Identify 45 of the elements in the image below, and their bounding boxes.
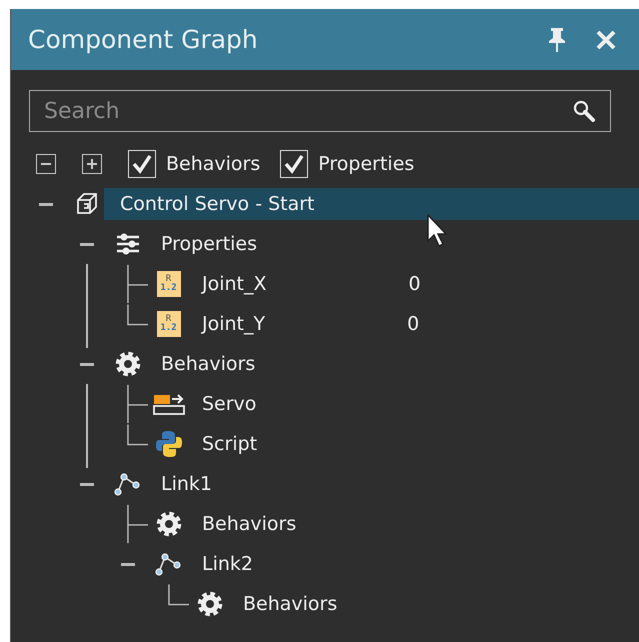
tree-item[interactable]: Behaviors (243, 588, 338, 620)
minus-icon (41, 163, 51, 165)
real-number-icon: R 1.2 (156, 311, 180, 337)
gear-icon (114, 351, 140, 377)
pin-icon[interactable] (547, 26, 567, 52)
property-value: 0 (407, 313, 420, 335)
property-value: 0 (408, 273, 421, 295)
minus-icon (80, 482, 94, 486)
mouse-pointer-icon (427, 214, 449, 248)
minus-icon (38, 202, 52, 206)
tree-item[interactable]: Control Servo - Start (104, 188, 639, 220)
real-number-icon: R 1.2 (156, 271, 180, 297)
tree-item[interactable]: Behaviors (202, 508, 296, 540)
checkbox-label: Behaviors (166, 153, 260, 175)
tree-item[interactable]: Joint_Y (202, 308, 266, 340)
search-icon (572, 99, 596, 123)
collapse-all-button[interactable] (36, 154, 56, 174)
tree-connector (127, 504, 148, 544)
link-chain-icon (154, 552, 182, 576)
search-field[interactable]: Search (29, 90, 611, 132)
expand-all-button[interactable] (82, 154, 102, 174)
minus-icon (80, 242, 94, 246)
minus-icon (80, 362, 94, 366)
link-chain-icon (114, 472, 142, 496)
checkbox[interactable] (280, 150, 308, 178)
tree-item[interactable]: Link1 (161, 468, 212, 500)
gear-icon (196, 591, 222, 617)
close-icon[interactable] (595, 28, 617, 50)
checkbox-label: Properties (318, 153, 414, 175)
tree-item[interactable]: Link2 (202, 548, 253, 580)
gear-icon (156, 511, 182, 537)
tree-connector (168, 584, 189, 606)
sliders-icon (116, 233, 140, 255)
tree-item[interactable]: Behaviors (161, 348, 256, 380)
python-icon (154, 430, 182, 458)
tree-item[interactable]: Servo (202, 388, 256, 420)
search-input[interactable]: Search (44, 98, 572, 124)
checkbox[interactable] (128, 150, 156, 178)
panel-title: Component Graph (28, 25, 259, 54)
tree-item[interactable]: Joint_X (202, 268, 267, 300)
servo-icon (152, 392, 184, 416)
tree-item[interactable]: Properties (161, 228, 258, 260)
plus-icon (87, 159, 97, 169)
minus-icon (120, 562, 134, 566)
tree-item[interactable]: Script (202, 428, 258, 460)
